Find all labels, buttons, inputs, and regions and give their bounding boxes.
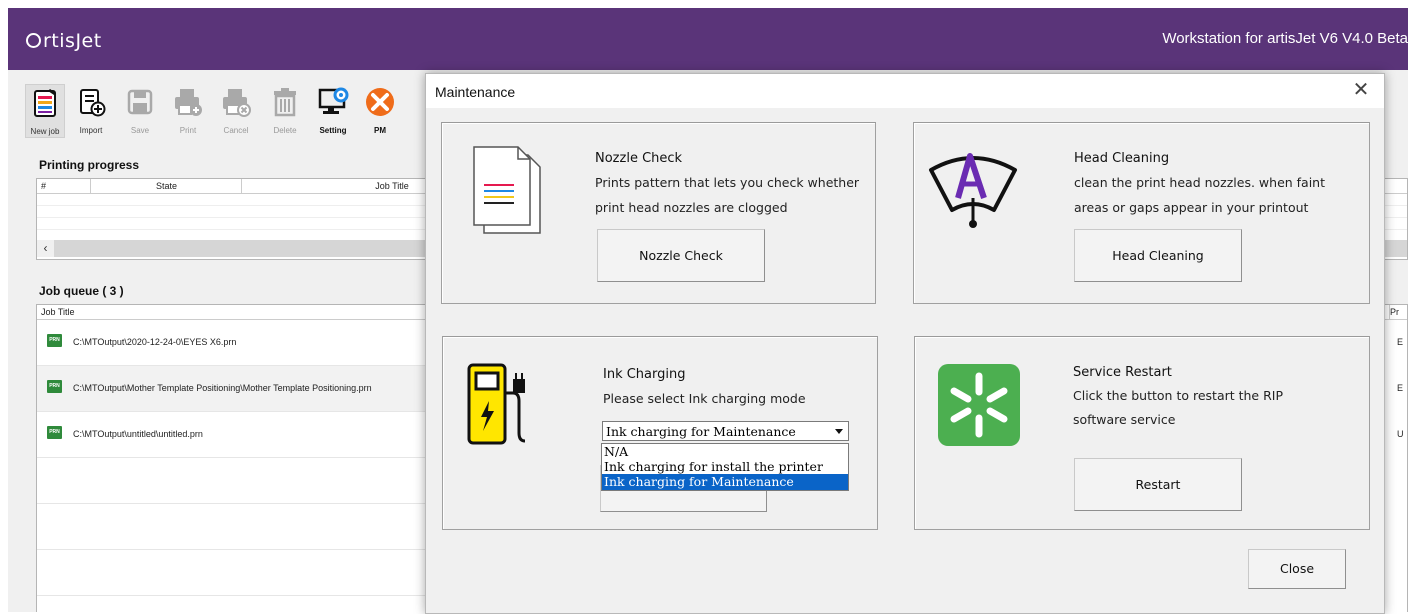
print-label: Print [179,126,197,135]
prn-file-icon: PRN [47,426,62,439]
chevron-down-icon[interactable] [832,424,846,438]
table-row[interactable]: PRN C:\MTOutput\Mother Template Position… [37,366,427,412]
service-restart-title: Service Restart [1073,365,1172,380]
nozzle-check-button[interactable]: Nozzle Check [597,229,765,282]
head-cleaning-panel: Head Cleaning clean the print head nozzl… [913,122,1370,304]
wiper-icon [929,153,1017,228]
option-maintenance[interactable]: Ink charging for Maintenance [602,474,848,490]
head-cleaning-button[interactable]: Head Cleaning [1074,229,1242,282]
job-path: C:\MTOutput\2020-12-24-0\EYES X6.prn [73,337,237,347]
cancel-print-icon [223,89,251,117]
maintenance-dialog: Maintenance ✕ Nozzle Check Prints patter… [425,73,1385,614]
empty-row [37,550,427,596]
trash-icon [274,88,296,117]
fuel-pump-icon [467,363,526,445]
new-job-button[interactable]: New job [25,84,65,138]
import-label: Import [79,126,103,135]
title-bar: rtisJet Workstation for artisJet V6 V4.0… [8,8,1408,70]
save-icon [127,89,153,115]
ink-charging-title: Ink Charging [603,367,686,382]
option-install-printer[interactable]: Ink charging for install the printer [602,459,848,475]
table-row[interactable]: PRN C:\MTOutput\2020-12-24-0\EYES X6.prn [37,320,427,366]
dialog-title-bar: Maintenance ✕ [426,74,1384,108]
nozzle-check-desc-2: print head nozzles are clogged [595,200,788,215]
save-button[interactable]: Save [121,84,159,136]
print-button[interactable]: Print [169,84,207,136]
monitor-gear-icon [318,87,349,114]
cancel-button[interactable]: Cancel [217,84,255,136]
nozzle-check-panel: Nozzle Check Prints pattern that lets yo… [441,122,876,304]
import-button[interactable]: Import [72,84,110,136]
cancel-label: Cancel [223,126,249,135]
service-restart-desc-2: software service [1073,412,1176,427]
printing-progress-heading: Printing progress [39,158,140,172]
app-title: Workstation for artisJet V6 V4.0 Beta [1162,30,1408,47]
save-label: Save [130,126,150,135]
setting-label: Setting [319,126,347,135]
ink-charging-desc: Please select Ink charging mode [603,391,806,406]
head-cleaning-desc-2: areas or gaps appear in your printout [1074,200,1309,215]
nozzle-check-title: Nozzle Check [595,151,683,166]
ink-charging-options-list: N/A Ink charging for install the printer… [601,443,849,491]
nozzle-check-desc-1: Prints pattern that lets you check wheth… [595,175,860,190]
document-pattern-icon [473,146,541,234]
pm-label: PM [374,126,386,135]
job-queue-heading: Job queue ( 3 ) [39,284,124,298]
job-status-cell: U [1397,429,1404,439]
delete-button[interactable]: Delete [266,84,304,136]
pm-button[interactable]: PM [361,84,399,136]
job-status-cell: E [1397,337,1404,347]
close-icon[interactable]: ✕ [1350,79,1372,101]
table-row[interactable]: PRN C:\MTOutput\untitled\untitled.prn [37,412,427,458]
setting-button[interactable]: Setting [314,84,352,136]
service-restart-panel: Service Restart Click the button to rest… [914,336,1370,530]
option-na[interactable]: N/A [602,444,848,460]
close-button[interactable]: Close [1248,549,1346,589]
job-path: C:\MTOutput\untitled\untitled.prn [73,429,203,439]
column-header-pr[interactable]: Pr [1389,305,1408,319]
empty-row [37,504,427,550]
dialog-title: Maintenance [435,84,516,100]
ink-charging-mode-select[interactable]: Ink charging for Maintenance [602,421,849,441]
head-cleaning-desc-1: clean the print head nozzles. when faint [1074,175,1326,190]
restart-service-icon [938,364,1020,446]
new-job-icon [34,89,56,117]
import-icon [80,89,106,117]
job-path: C:\MTOutput\Mother Template Positioning\… [73,383,372,393]
job-status-cell: E [1397,383,1404,393]
prn-file-icon: PRN [47,380,62,393]
column-header-job-title[interactable]: Job Title [37,305,427,319]
restart-button[interactable]: Restart [1074,458,1242,511]
select-value: Ink charging for Maintenance [606,424,796,439]
service-restart-desc-1: Click the button to restart the RIP [1073,388,1284,403]
app-logo: rtisJet [26,30,102,52]
new-job-label: New job [30,127,60,136]
prn-file-icon: PRN [47,334,62,347]
scroll-left-icon[interactable]: ‹ [37,240,54,257]
delete-label: Delete [273,126,297,135]
print-icon [175,89,202,116]
head-cleaning-title: Head Cleaning [1074,151,1170,166]
empty-row [37,458,427,504]
column-header-state[interactable]: State [92,179,242,193]
column-header-number[interactable]: # [37,179,91,193]
tools-icon [366,88,394,116]
